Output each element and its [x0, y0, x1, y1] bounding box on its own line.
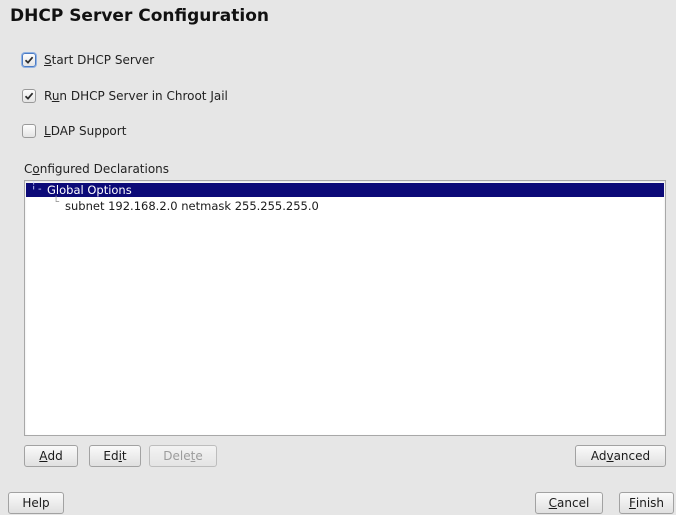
edit-button[interactable]: Ed i t [89, 445, 141, 467]
tree-branch-icon: - [38, 184, 42, 195]
help-button[interactable]: Help [8, 492, 64, 514]
tree-branch-icon: └ [53, 197, 60, 208]
finish-button[interactable]: Finish [619, 492, 674, 514]
checkbox-unchecked-icon[interactable] [22, 124, 36, 138]
start-dhcp-server-label: Start DHCP Server [44, 53, 155, 67]
tree-item-global-options[interactable]: ¦ - Global Options [26, 180, 664, 197]
chroot-jail-label: Run DHCP Server in Chroot Jail [44, 89, 228, 103]
tree-item-label: Global Options [47, 183, 132, 197]
checkbox-checked-icon[interactable] [22, 53, 36, 67]
configured-declarations-label: Configured Declarations [24, 162, 170, 176]
advanced-button[interactable]: Ad v anced [575, 445, 666, 467]
page-title: DHCP Server Configuration [10, 6, 269, 26]
delete-button[interactable]: Dele t e [149, 445, 217, 467]
add-button[interactable]: Add [24, 445, 78, 467]
chroot-jail-checkbox[interactable]: Run DHCP Server in Chroot Jail [22, 87, 228, 105]
checkbox-checked-icon[interactable] [22, 89, 36, 103]
tree-branch-icon: ¦ [32, 180, 36, 191]
ldap-support-checkbox[interactable]: LDAP Support [22, 122, 126, 140]
tree-item-subnet[interactable]: └ subnet 192.168.2.0 netmask 255.255.255… [26, 197, 664, 213]
start-dhcp-server-checkbox[interactable]: Start DHCP Server [22, 51, 154, 69]
tree-item-label: subnet 192.168.2.0 netmask 255.255.255.0 [65, 199, 319, 213]
cancel-button[interactable]: Cancel [535, 492, 603, 514]
declarations-tree[interactable]: ¦ - Global Options └ subnet 192.168.2.0 … [24, 180, 666, 436]
ldap-support-label: LDAP Support [44, 124, 127, 138]
